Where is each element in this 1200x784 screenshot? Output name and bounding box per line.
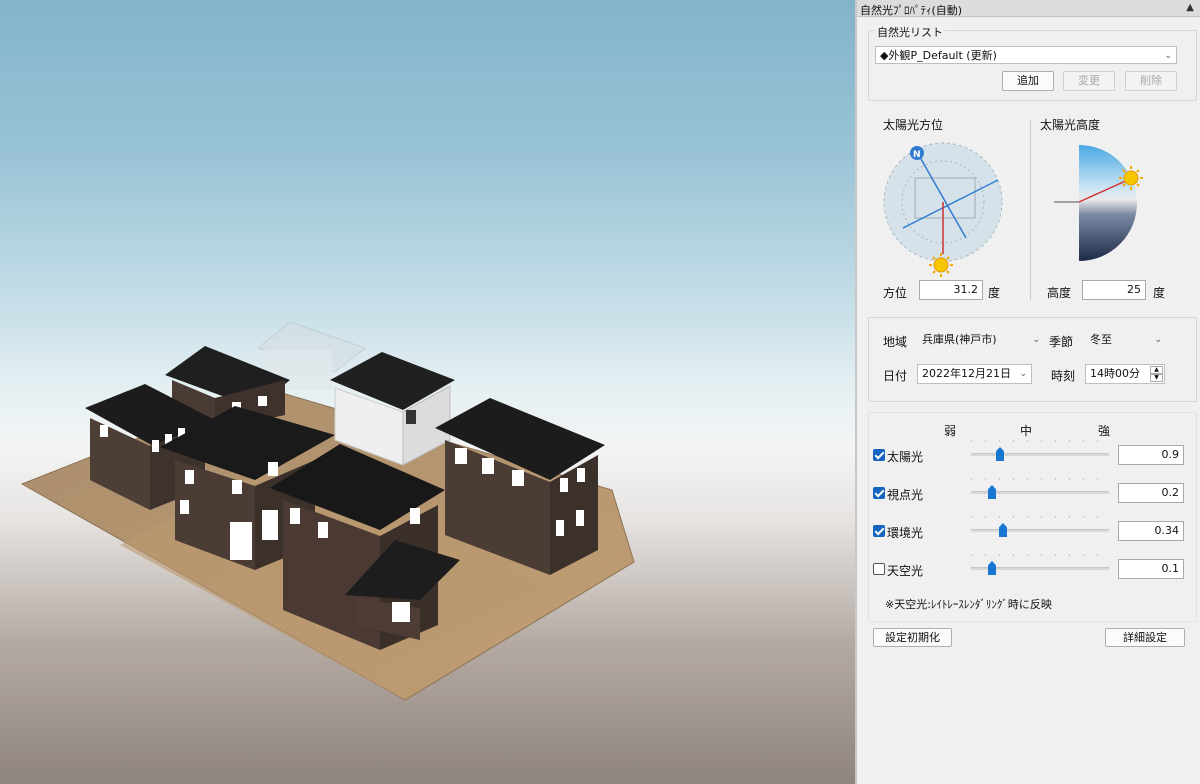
detail-settings-button[interactable]: 詳細設定 [1105, 628, 1185, 647]
azimuth-input[interactable]: 31.2 [919, 280, 983, 300]
azimuth-dial[interactable]: N [881, 140, 1006, 278]
light-value-input[interactable]: 0.34 [1118, 521, 1184, 541]
season-value: 冬至 [1090, 333, 1112, 346]
3d-viewport[interactable] [0, 0, 855, 784]
date-picker[interactable]: 2022年12月21日 ⌄ [917, 364, 1032, 384]
altitude-unit: 度 [1153, 286, 1166, 300]
date-value: 2022年12月21日 [922, 367, 1011, 380]
pin-icon[interactable]: ▲ [1186, 2, 1194, 13]
scale-mid: 中 [1020, 424, 1033, 438]
time-value: 14時00分 [1090, 367, 1140, 380]
chevron-down-icon: ⌄ [1032, 335, 1040, 345]
region-value: 兵庫県(神戸市) [922, 333, 997, 346]
light-checkbox[interactable] [873, 525, 885, 537]
light-label: 環境光 [887, 526, 924, 540]
change-button[interactable]: 変更 [1063, 71, 1115, 91]
slider-ticks [971, 440, 1109, 442]
altitude-gauge[interactable] [1052, 140, 1152, 270]
altitude-input[interactable]: 25 [1082, 280, 1146, 300]
north-icon: N [913, 150, 921, 160]
delete-button[interactable]: 削除 [1125, 71, 1177, 91]
slider-track[interactable] [971, 453, 1109, 456]
sky-light-note: ※天空光:ﾚｲﾄﾚｰｽﾚﾝﾀﾞﾘﾝｸﾞ時に反映 [885, 598, 1052, 611]
reset-settings-button[interactable]: 設定初期化 [873, 628, 952, 647]
date-label: 日付 [883, 369, 908, 383]
light-label: 視点光 [887, 488, 924, 502]
time-label: 時刻 [1051, 369, 1076, 383]
scale-strong: 強 [1098, 424, 1111, 438]
spin-up-icon[interactable]: ▲ [1150, 366, 1163, 374]
slider-ticks [971, 516, 1109, 518]
scale-weak: 弱 [944, 424, 957, 438]
azimuth-title: 太陽光方位 [883, 118, 944, 132]
light-value-input[interactable]: 0.2 [1118, 483, 1184, 503]
light-value-input[interactable]: 0.1 [1118, 559, 1184, 579]
slider-track[interactable] [971, 529, 1109, 532]
light-label: 天空光 [887, 564, 924, 578]
azimuth-unit: 度 [988, 286, 1001, 300]
spin-down-icon[interactable]: ▼ [1150, 374, 1163, 382]
azimuth-label: 方位 [883, 286, 908, 300]
light-checkbox[interactable] [873, 487, 885, 499]
panel-title: 自然光ﾌﾟﾛﾊﾟﾃｨ(自動) [860, 4, 963, 17]
light-list-select[interactable]: ◆外観P_Default (更新) ⌄ [875, 46, 1177, 64]
natural-light-panel: 自然光ﾌﾟﾛﾊﾟﾃｨ(自動) ▲ 自然光リスト ◆外観P_Default (更新… [857, 0, 1200, 784]
season-label: 季節 [1049, 335, 1074, 349]
chevron-down-icon: ⌄ [1154, 335, 1162, 345]
light-checkbox[interactable] [873, 449, 885, 461]
section-divider [1030, 120, 1031, 300]
slider-ticks [971, 554, 1109, 556]
light-list-value: ◆外観P_Default (更新) [880, 49, 997, 62]
altitude-title: 太陽光高度 [1040, 118, 1101, 132]
region-select[interactable]: 兵庫県(神戸市) ⌄ [917, 330, 1045, 348]
altitude-label: 高度 [1047, 286, 1072, 300]
light-list-label: 自然光リスト [875, 24, 945, 40]
house-scene [20, 321, 635, 701]
add-button[interactable]: 追加 [1002, 71, 1054, 91]
region-label: 地域 [883, 335, 908, 349]
light-checkbox[interactable] [873, 563, 885, 575]
light-label: 太陽光 [887, 450, 924, 464]
panel-titlebar: 自然光ﾌﾟﾛﾊﾟﾃｨ(自動) ▲ [857, 0, 1200, 17]
slider-ticks [971, 478, 1109, 480]
chevron-down-icon: ⌄ [1019, 369, 1027, 379]
chevron-down-icon: ⌄ [1164, 51, 1172, 61]
light-value-input[interactable]: 0.9 [1118, 445, 1184, 465]
time-stepper[interactable]: 14時00分 ▲ ▼ [1085, 364, 1165, 384]
season-select[interactable]: 冬至 ⌄ [1085, 330, 1167, 348]
